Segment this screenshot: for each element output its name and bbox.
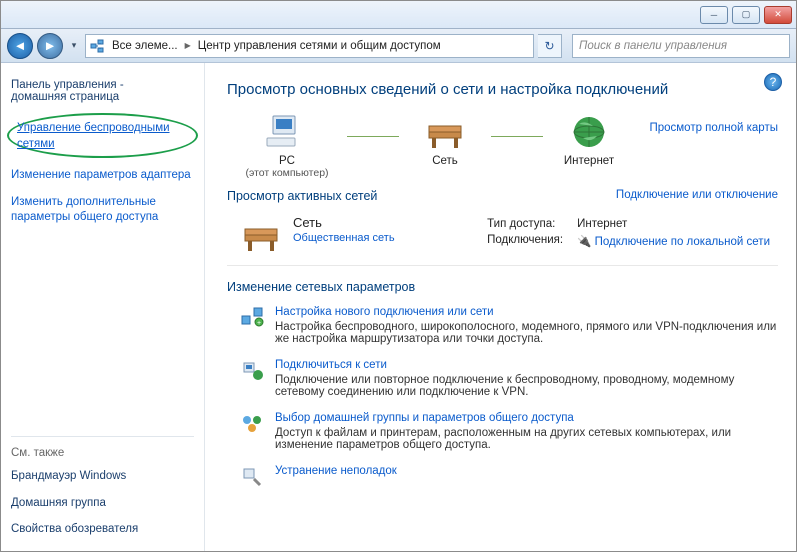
content-pane: ? Просмотр основных сведений о сети и на… [205,63,796,551]
sidebar-item-sharing[interactable]: Изменить дополнительные параметры общего… [11,195,194,226]
setting-troubleshoot[interactable]: Устранение неполадок [227,461,778,497]
sidebar-item-ieoptions[interactable]: Свойства обозревателя [11,522,194,538]
node-internet: Интернет [543,112,635,167]
connection-details: Тип доступа:Интернет Подключения: 🔌 Подк… [479,215,778,251]
maximize-button[interactable]: ▢ [732,6,760,24]
chevron-right-icon: ▶ [182,41,194,50]
view-full-map-link[interactable]: Просмотр полной карты [649,112,778,134]
node-network: Сеть [399,112,491,167]
network-center-icon [86,38,108,54]
breadcrumb-root[interactable]: Все элеме... [108,40,182,52]
sidebar-item-wireless[interactable]: Управление беспроводными сетями [17,121,188,152]
sidebar: Панель управления -домашняя страница Упр… [1,63,205,551]
navbar: ◄ ► ▾ Все элеме... ▶ Центр управления се… [1,29,796,63]
breadcrumb-page[interactable]: Центр управления сетями и общим доступом [194,40,445,52]
connect-network-icon [239,359,265,398]
network-type-link[interactable]: Общественная сеть [293,232,395,244]
control-panel-home[interactable]: Панель управления -домашняя страница [11,79,194,103]
connection-link[interactable]: Подключение по локальной сети [595,236,770,248]
signal-icon: 🔌 [577,236,591,248]
homegroup-icon [239,412,265,451]
forward-button[interactable]: ► [37,33,63,59]
back-button[interactable]: ◄ [7,33,33,59]
network-map: PC (этот компьютер) Сеть Интернет Просмо… [227,112,778,179]
help-icon[interactable]: ? [764,73,782,91]
active-network-row: Сеть Общественная сеть Тип доступа:Интер… [227,211,778,266]
active-networks-heading: Просмотр активных сетей Подключение или … [227,189,778,203]
sidebar-item-homegroup[interactable]: Домашняя группа [11,496,194,512]
close-button[interactable]: ✕ [764,6,792,24]
connector-icon [347,136,399,137]
refresh-button[interactable]: ↻ [538,34,562,58]
history-dropdown[interactable]: ▾ [67,34,81,58]
minimize-button[interactable]: ─ [700,6,728,24]
node-pc: PC (этот компьютер) [227,112,347,179]
connect-disconnect-link[interactable]: Подключение или отключение [616,189,778,203]
troubleshoot-icon [239,465,265,487]
search-input[interactable]: Поиск в панели управления [572,34,790,58]
address-bar[interactable]: Все элеме... ▶ Центр управления сетями и… [85,34,534,58]
svg-text:+: + [257,320,261,327]
network-name: Сеть [293,215,395,230]
setting-connect-network[interactable]: Подключиться к сетиПодключение или повто… [227,355,778,408]
sidebar-item-firewall[interactable]: Брандмауэр Windows [11,469,194,485]
new-connection-icon: + [239,306,265,345]
highlight-annotation: Управление беспроводными сетями [7,113,198,158]
change-settings-heading: Изменение сетевых параметров [227,280,778,294]
sidebar-item-adapter[interactable]: Изменение параметров адаптера [11,168,194,184]
see-also-heading: См. также [11,436,194,459]
setting-new-connection[interactable]: + Настройка нового подключения или сетиН… [227,302,778,355]
page-title: Просмотр основных сведений о сети и наст… [227,81,778,98]
connector-icon [491,136,543,137]
titlebar: ─ ▢ ✕ [1,1,796,29]
setting-homegroup[interactable]: Выбор домашней группы и параметров общег… [227,408,778,461]
